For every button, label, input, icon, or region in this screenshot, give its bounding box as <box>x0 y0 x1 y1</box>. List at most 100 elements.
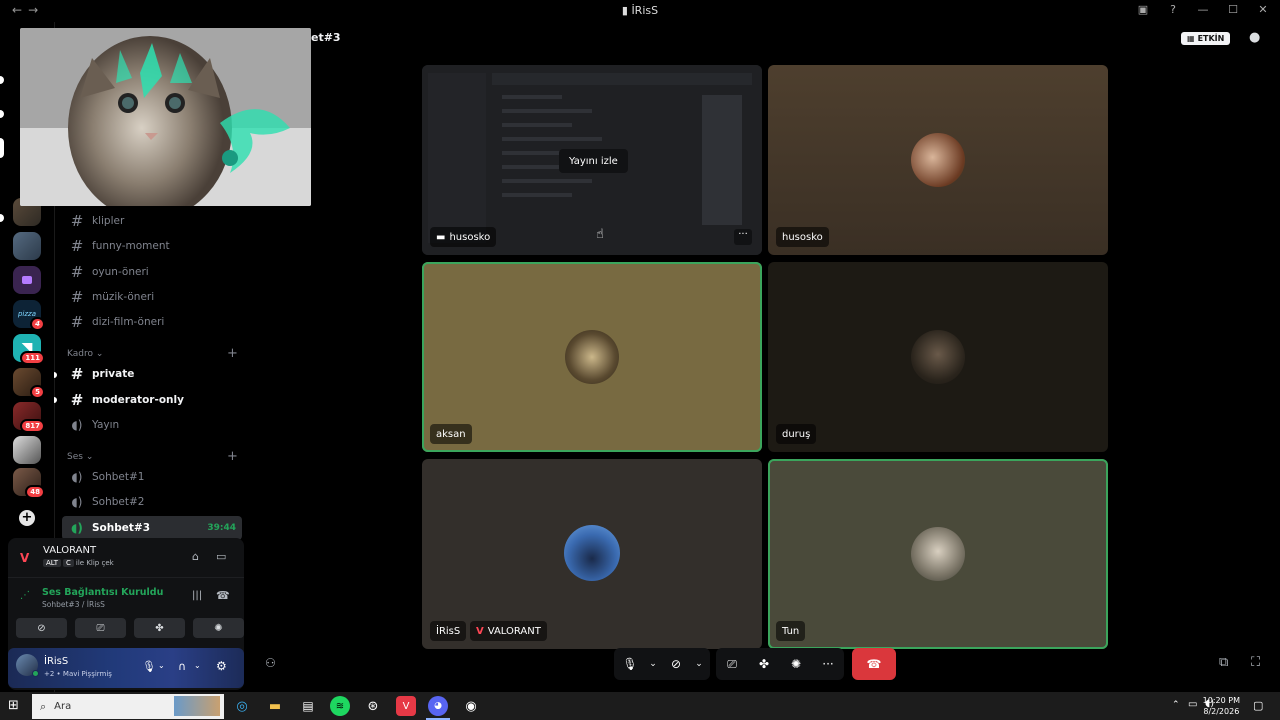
avatar <box>564 525 620 581</box>
channel-dizi-film-oneri[interactable]: # dizi-film-öneri <box>62 310 242 334</box>
participant-tile[interactable]: aksan <box>422 262 762 452</box>
stream-tile[interactable]: Yayını izle ☝ ▬ husosko ··· <box>422 65 762 255</box>
channel-oyun-oneri[interactable]: # oyun-öneri <box>62 260 242 284</box>
participant-tile[interactable]: Tun <box>768 459 1108 649</box>
channel-klipler[interactable]: # klipler <box>62 209 242 233</box>
network-icon[interactable]: ▭ <box>1188 699 1197 710</box>
camera-off-icon: ⊘ <box>670 657 682 671</box>
close-button[interactable]: ✕ <box>1256 3 1270 16</box>
channel-moderator-only[interactable]: # moderator-only <box>62 388 242 412</box>
window-title: ▮ İRisS <box>621 4 659 17</box>
username[interactable]: İRisS <box>44 656 68 667</box>
add-channel-icon[interactable]: + <box>227 346 238 361</box>
stage-icon: ◖) <box>71 418 83 432</box>
avatar <box>565 330 619 384</box>
more-options-button[interactable]: ··· <box>734 229 752 245</box>
voice-channel-sohbet1[interactable]: ◖) Sohbet#1 <box>62 465 242 489</box>
server-icon[interactable]: 48 <box>13 468 45 499</box>
add-server-button[interactable]: + <box>13 504 41 532</box>
microphone-button[interactable]: 🎙 <box>614 648 646 680</box>
microphone-icon[interactable]: 🎙 <box>142 660 156 673</box>
voice-status[interactable]: Ses Bağlantısı Kuruldu <box>42 587 163 598</box>
participant-tile[interactable]: İRisS V VALORANT <box>422 459 762 649</box>
minimize-button[interactable]: — <box>1196 3 1210 16</box>
server-icon[interactable]: ◥ 111 <box>13 334 45 365</box>
chrome-icon[interactable]: ◉ <box>461 696 481 716</box>
search-highlight-image <box>174 696 220 716</box>
screen-share-button[interactable]: ⎚ <box>716 648 748 680</box>
add-channel-icon[interactable]: + <box>227 449 238 464</box>
picture-in-picture-video[interactable] <box>20 28 311 206</box>
screen-share-icon[interactable]: ▭ <box>216 550 226 563</box>
fullscreen-icon[interactable]: ⛶ <box>1251 655 1260 670</box>
file-explorer-icon[interactable]: ▬ <box>265 696 285 716</box>
steam-icon[interactable]: ⊛ <box>363 696 383 716</box>
soundboard-button[interactable]: ✺ <box>780 648 812 680</box>
camera-options-button[interactable]: ⌄ <box>692 648 706 680</box>
settings-gear-icon[interactable]: ⚙ <box>216 659 227 673</box>
notification-icon[interactable]: ▢ <box>1253 699 1263 712</box>
category-kadro[interactable]: Kadro ⌄ + <box>67 346 238 361</box>
server-icon[interactable]: pizza 4 <box>13 300 45 331</box>
gamepad-icon[interactable]: ⌂ <box>192 550 199 563</box>
server-icon[interactable] <box>13 436 41 464</box>
online-status-dot <box>32 670 39 677</box>
camera-button[interactable]: ⊘ <box>660 648 692 680</box>
channel-funny-moment[interactable]: # funny-moment <box>62 234 242 258</box>
screen-share-button[interactable]: ⎚ <box>75 618 126 638</box>
spotify-icon[interactable]: ≋ <box>330 696 350 716</box>
microphone-icon: 🎙 <box>622 657 638 671</box>
soundboard-icon: ✺ <box>790 657 802 671</box>
mic-camera-controls: 🎙 ⌄ ⊘ ⌄ <box>614 648 710 680</box>
unread-indicator <box>0 214 4 222</box>
help-icon[interactable]: ? <box>1166 3 1180 16</box>
chevron-down-icon[interactable]: ⌄ <box>158 661 165 670</box>
headphones-icon[interactable]: ∩ <box>178 660 186 673</box>
chevron-down-icon: ⌄ <box>695 659 703 669</box>
windows-start-icon[interactable]: ⊞ <box>8 698 19 713</box>
server-icon[interactable]: 817 <box>13 402 45 433</box>
server-icon[interactable] <box>13 232 41 260</box>
edge-icon[interactable]: ◎ <box>232 696 252 716</box>
participant-tile[interactable]: duruş <box>768 262 1108 452</box>
channel-private[interactable]: # private <box>62 362 242 386</box>
taskbar-search[interactable]: ⌕ Ara <box>32 694 224 719</box>
search-icon: ⌕ <box>40 699 47 713</box>
discord-icon[interactable]: ◕ <box>428 696 448 716</box>
participant-tile[interactable]: husosko <box>768 65 1108 255</box>
mic-options-button[interactable]: ⌄ <box>646 648 660 680</box>
watch-stream-button[interactable]: Yayını izle <box>559 149 628 173</box>
voice-channel-sohbet2[interactable]: ◖) Sohbet#2 <box>62 490 242 514</box>
chevron-down-icon[interactable]: ⌄ <box>194 661 201 670</box>
activities-button[interactable]: ✤ <box>748 648 780 680</box>
inbox-icon[interactable]: ▣ <box>1136 3 1150 16</box>
server-icon[interactable]: 5 <box>13 368 45 399</box>
active-badge[interactable]: ▦ ETKİN <box>1181 32 1231 45</box>
signal-icon[interactable]: ⋰ <box>20 590 30 601</box>
clip-hint: ile Klip çek <box>75 559 114 567</box>
calendar-icon: ▦ <box>1187 34 1195 43</box>
disconnect-button[interactable]: ☎ <box>852 648 896 680</box>
taskbar-clock[interactable]: 10:20 PM 8/2/2026 <box>1203 695 1240 717</box>
channel-yayin[interactable]: ◖) Yayın <box>62 413 242 437</box>
activities-button[interactable]: ✤ <box>134 618 185 638</box>
voice-location: Sohbet#3 / İRisS <box>42 600 105 609</box>
pop-out-icon[interactable]: ⧉ <box>1219 655 1228 670</box>
channel-muzik-oneri[interactable]: # müzik-öneri <box>62 285 242 309</box>
maximize-button[interactable]: ☐ <box>1226 3 1240 16</box>
category-ses[interactable]: Ses ⌄ + <box>67 449 238 464</box>
store-icon[interactable]: ▤ <box>298 696 318 716</box>
voice-channel-sohbet3[interactable]: ◖) Sohbet#3 39:44 <box>62 516 242 540</box>
chat-bubble-icon[interactable]: ● <box>1249 30 1260 45</box>
folder-icon[interactable] <box>13 266 41 294</box>
more-options-button[interactable]: ··· <box>812 648 844 680</box>
screen-share-icon: ▬ <box>436 231 446 243</box>
noise-suppression-icon[interactable]: ||| <box>192 590 202 601</box>
camera-toggle-button[interactable]: ⊘ <box>16 618 67 638</box>
tile-name-label: duruş <box>776 424 817 444</box>
add-friend-icon[interactable]: ⚇ <box>265 656 276 670</box>
valorant-app-icon[interactable]: V <box>396 696 416 716</box>
soundboard-button[interactable]: ✺ <box>193 618 244 638</box>
disconnect-icon[interactable]: ☎ <box>216 589 230 602</box>
tray-chevron-icon[interactable]: ⌃ <box>1172 700 1180 710</box>
